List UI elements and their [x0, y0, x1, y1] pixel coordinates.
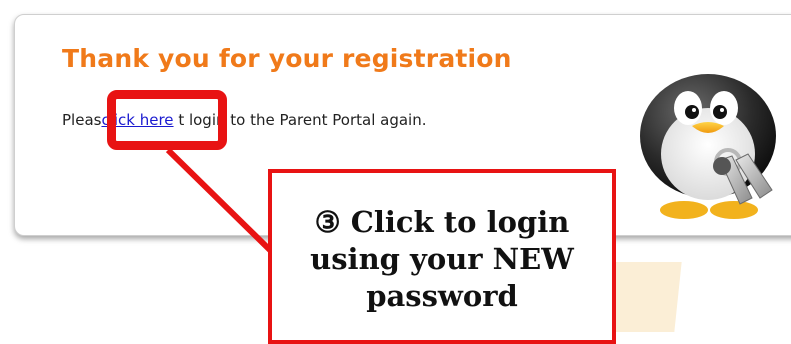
callout-line-1: ③ Click to login: [272, 204, 612, 241]
callout-text-1: Click to login: [350, 205, 570, 239]
link-highlight-box: [107, 90, 227, 150]
step-number: ③: [314, 205, 341, 239]
callout-line-2: using your NEW: [310, 242, 574, 276]
callout-line-3: password: [366, 279, 518, 313]
penguin-with-keys-icon: [640, 74, 776, 219]
instruction-callout: ③ Click to login using your NEW password: [268, 169, 616, 344]
